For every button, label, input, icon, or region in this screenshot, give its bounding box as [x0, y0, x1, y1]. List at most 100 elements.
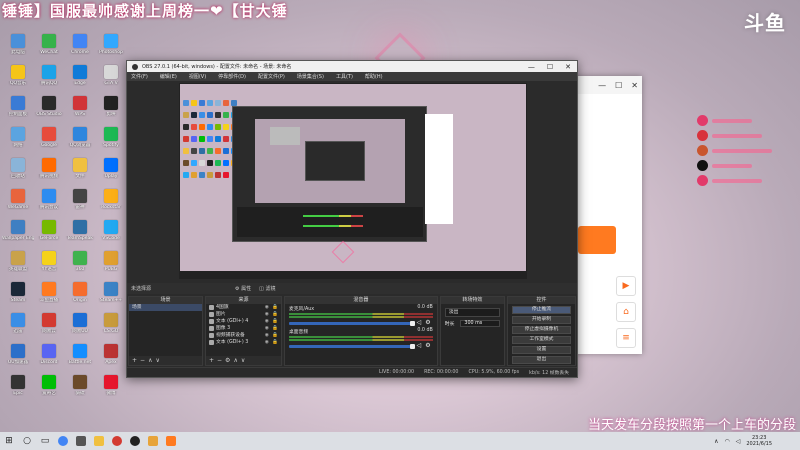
transition-select[interactable]: 淡出: [444, 308, 500, 317]
volume-icon[interactable]: ◁: [736, 438, 741, 445]
desktop-icon[interactable]: Steam: [2, 282, 34, 312]
desktop-icon[interactable]: 网易UU: [64, 313, 96, 343]
obs-preview[interactable]: [179, 83, 527, 279]
desktop-icon[interactable]: Edge: [64, 65, 96, 95]
desktop-icon[interactable]: 微博: [95, 375, 127, 405]
close-icon[interactable]: ✕: [565, 63, 571, 71]
desktop-icon[interactable]: Chrome: [64, 34, 96, 64]
controls-dock[interactable]: 控件 停止推流 开始录制 停止虚拟摄像机 工作室模式 设置 退出: [506, 296, 576, 366]
desktop-icon[interactable]: VSCode: [95, 220, 127, 250]
desktop-icon[interactable]: 英雄联盟: [2, 251, 34, 281]
desktop-icon[interactable]: UU加速器: [2, 344, 34, 374]
task-view-icon[interactable]: ▭: [36, 432, 54, 450]
desktop-icon[interactable]: CS:GO: [95, 313, 127, 343]
desktop-icon[interactable]: QQ浏览器: [64, 127, 96, 157]
desktop-icon[interactable]: Google: [33, 127, 65, 157]
visibility-icon[interactable]: ◉: [265, 304, 269, 311]
speaker-icon[interactable]: ◁: [417, 342, 422, 349]
remove-icon[interactable]: −: [217, 357, 225, 364]
menu-item[interactable]: 停靠部件(D): [218, 73, 246, 80]
source-item[interactable]: 文本 (GDI+) 4 ◉ 🔒: [206, 318, 281, 325]
desktop-icon[interactable]: WeChat: [33, 34, 65, 64]
search-icon[interactable]: ○: [18, 432, 36, 450]
desktop-icon[interactable]: 网易云: [33, 313, 65, 343]
lock-icon[interactable]: 🔒: [272, 318, 278, 325]
gear-icon[interactable]: ⚙: [425, 342, 430, 349]
desktop-icon[interactable]: Uplay: [95, 158, 127, 188]
minimize-icon[interactable]: —: [528, 63, 535, 71]
desktop-icon[interactable]: 腾讯QQ: [33, 65, 65, 95]
desktop-icon[interactable]: 控制面板: [2, 96, 34, 126]
desktop-icon[interactable]: WPS: [64, 96, 96, 126]
start-icon[interactable]: ⊞: [0, 432, 18, 450]
desktop-icon[interactable]: 腾讯会议: [33, 189, 65, 219]
store-taskbar-icon[interactable]: [72, 432, 90, 450]
desktop-icon[interactable]: 骑砍: [64, 375, 96, 405]
speaker-icon[interactable]: ◁: [417, 319, 422, 326]
play-icon[interactable]: ▶: [616, 276, 636, 296]
chrome-taskbar-icon[interactable]: [54, 432, 72, 450]
volume-slider[interactable]: [288, 344, 415, 349]
desktop-icon[interactable]: Spotify: [95, 127, 127, 157]
lock-icon[interactable]: 🔒: [272, 311, 278, 318]
source-item[interactable]: 图片 ◉ 🔒: [206, 311, 281, 318]
menu-item[interactable]: 帮助(H): [365, 73, 383, 80]
menu-item[interactable]: 配置文件(P): [258, 73, 285, 80]
source-item[interactable]: 文本 (GDI+) 3 ◉ 🔒: [206, 339, 281, 346]
chevron-up-icon[interactable]: ∧: [714, 438, 718, 445]
visibility-icon[interactable]: ◉: [265, 318, 269, 325]
move-up-icon[interactable]: ∧: [233, 357, 240, 364]
desktop-icon[interactable]: 腾讯视频: [33, 158, 65, 188]
maximize-icon[interactable]: ☐: [615, 81, 622, 90]
volume-slider[interactable]: [288, 321, 415, 326]
desktop-icon[interactable]: Photoshop: [95, 34, 127, 64]
transitions-dock[interactable]: 转场特效 淡出 时长 300 ms: [439, 296, 505, 366]
app-taskbar-icon[interactable]: [144, 432, 162, 450]
desktop-icon[interactable]: 雷神: [64, 189, 96, 219]
douyu-taskbar-icon[interactable]: [162, 432, 180, 450]
maximize-icon[interactable]: ☐: [547, 63, 553, 71]
promo-banner[interactable]: [578, 226, 616, 254]
desktop-icon[interactable]: 文件: [64, 158, 96, 188]
desktop-icon[interactable]: 斗鱼直播: [33, 282, 65, 312]
lock-icon[interactable]: 🔒: [272, 332, 278, 339]
desktop-icon[interactable]: Discord: [33, 344, 65, 374]
desktop-icon[interactable]: WeGame: [2, 189, 34, 219]
desktop-icon[interactable]: 360: [64, 251, 96, 281]
desktop-icon[interactable]: Rockstar: [95, 189, 127, 219]
desktop-icon[interactable]: 剪映: [95, 96, 127, 126]
menu-item[interactable]: 工具(T): [336, 73, 353, 80]
desktop-icon[interactable]: Wallpaper Engine: [2, 220, 34, 250]
lock-icon[interactable]: 🔒: [272, 304, 278, 311]
obs-window[interactable]: OBS 27.0.1 (64-bit, windows) - 配置文件: 未命名…: [126, 60, 578, 378]
control-button[interactable]: 停止推流: [511, 306, 571, 314]
desktop-icon[interactable]: 迅雷: [2, 313, 34, 343]
source-item[interactable]: 视频捕获设备 ◉ 🔒: [206, 332, 281, 339]
source-item[interactable]: 4国旗 ◉ 🔒: [206, 304, 281, 311]
gear-icon[interactable]: ⚙: [425, 319, 430, 326]
move-down-icon[interactable]: ∨: [241, 357, 248, 364]
network-icon[interactable]: ◠: [724, 438, 729, 445]
mixer-dock[interactable]: 混音器 麦克风/Aux 0.0 dB ◁ ⚙ 桌面音频 0.0 dB ◁ ⚙: [283, 296, 438, 366]
scene-item[interactable]: 场景: [129, 304, 202, 311]
desktop-icon[interactable]: Origin: [64, 282, 96, 312]
visibility-icon[interactable]: ◉: [265, 332, 269, 339]
move-down-icon[interactable]: ∨: [155, 357, 162, 364]
add-icon[interactable]: +: [132, 357, 140, 364]
control-button[interactable]: 开始录制: [511, 316, 571, 324]
menu-icon[interactable]: ≡: [616, 328, 636, 348]
desktop-icon[interactable]: GTA V: [95, 65, 127, 95]
desktop-icon[interactable]: TeamSpeak: [64, 220, 96, 250]
visibility-icon[interactable]: ◉: [265, 325, 269, 332]
desktop-icon[interactable]: 爱奇艺: [33, 375, 65, 405]
menu-item[interactable]: 场景集合(S): [297, 73, 324, 80]
scenes-dock[interactable]: 场景 场景 +−∧∨: [128, 296, 203, 366]
remove-icon[interactable]: −: [140, 357, 148, 364]
desktop-icon[interactable]: OBS Studio: [33, 96, 65, 126]
filters-tab[interactable]: ◫ 滤镜: [259, 285, 275, 292]
home-icon[interactable]: ⌂: [616, 302, 636, 322]
close-icon[interactable]: ✕: [631, 81, 638, 90]
visibility-icon[interactable]: ◉: [265, 311, 269, 318]
desktop-icon[interactable]: PUBG: [95, 251, 127, 281]
control-button[interactable]: 停止虚拟摄像机: [511, 326, 571, 334]
